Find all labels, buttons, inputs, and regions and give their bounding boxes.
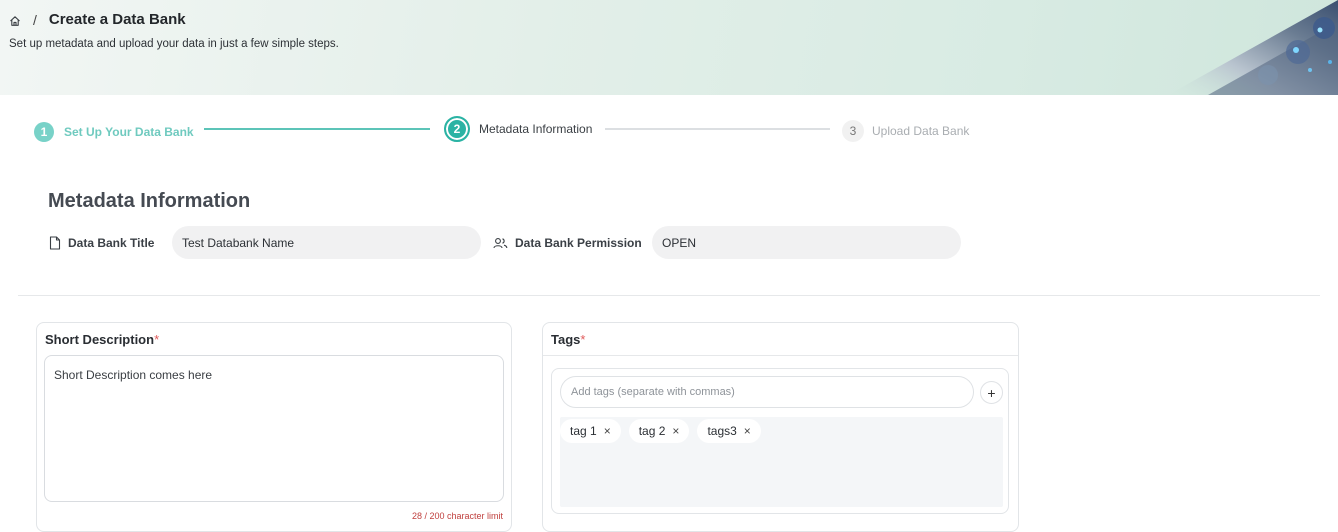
remove-tag-icon[interactable]: × xyxy=(744,424,751,438)
page-title: Create a Data Bank xyxy=(48,11,186,28)
permission-field-label: Data Bank Permission xyxy=(493,236,642,250)
section-divider xyxy=(18,295,1320,296)
home-icon[interactable] xyxy=(9,14,21,26)
title-field[interactable]: Test Databank Name xyxy=(172,226,481,259)
progress-stepper: 1 Set Up Your Data Bank 2 Metadata Infor… xyxy=(34,116,984,142)
step-label: Upload Data Bank xyxy=(872,124,970,138)
step-number: 1 xyxy=(34,122,54,142)
remove-tag-icon[interactable]: × xyxy=(672,424,679,438)
remove-tag-icon[interactable]: × xyxy=(604,424,611,438)
tag-chip-label: tag 2 xyxy=(638,424,666,438)
step-label: Set Up Your Data Bank xyxy=(64,125,194,139)
section-title: Metadata Information xyxy=(48,190,251,212)
tag-list: tag 1 × tag 2 × tags3 × xyxy=(560,417,1003,507)
permission-field-label-row: Data Bank Permission xyxy=(493,226,642,259)
document-icon xyxy=(49,235,61,250)
title-label-text: Data Bank Title xyxy=(68,235,155,250)
breadcrumb-separator: / xyxy=(33,11,37,28)
tag-input[interactable]: Add tags (separate with commas) xyxy=(560,376,974,408)
tags-header-divider xyxy=(543,355,1018,356)
title-field-label-row: Data Bank Title xyxy=(49,226,154,259)
add-tag-button[interactable]: + xyxy=(980,381,1003,404)
step-upload[interactable]: 3 Upload Data Bank xyxy=(842,118,969,144)
short-description-card: Short Description* Short Description com… xyxy=(36,322,512,532)
step-number: 3 xyxy=(842,120,864,142)
title-field-label: Data Bank Title xyxy=(49,236,154,250)
step-connector-1 xyxy=(204,128,430,130)
character-limit-counter: 28 / 200 character limit xyxy=(411,511,503,521)
page-subtitle: Set up metadata and upload your data in … xyxy=(9,38,339,50)
step-connector-2 xyxy=(605,128,830,130)
page-header: / Create a Data Bank Set up metadata and… xyxy=(0,0,1338,95)
step-label: Metadata Information xyxy=(479,122,593,136)
permission-label-text: Data Bank Permission xyxy=(515,235,642,250)
tags-container: Add tags (separate with commas) + tag 1 … xyxy=(551,368,1009,514)
tag-chip: tags3 × xyxy=(697,419,761,443)
step-set-up[interactable]: 1 Set Up Your Data Bank xyxy=(34,119,194,145)
short-description-textarea[interactable]: Short Description comes here xyxy=(44,355,504,502)
tags-label: Tags* xyxy=(551,332,586,347)
tag-chip-label: tag 1 xyxy=(570,424,597,438)
required-mark: * xyxy=(154,332,160,347)
step-metadata[interactable]: 2 Metadata Information xyxy=(444,116,592,142)
step-number: 2 xyxy=(444,116,470,142)
header-decorative-image xyxy=(1168,0,1338,95)
short-description-label: Short Description* xyxy=(45,332,160,347)
tag-chip: tag 2 × xyxy=(628,419,690,443)
breadcrumb: / Create a Data Bank xyxy=(9,11,186,28)
users-icon xyxy=(493,237,508,248)
tag-chip: tag 1 × xyxy=(560,419,621,443)
permission-field[interactable]: OPEN xyxy=(652,226,961,259)
tags-card: Tags* Add tags (separate with commas) + … xyxy=(542,322,1019,532)
required-mark: * xyxy=(580,332,586,347)
tag-chip-label: tags3 xyxy=(707,424,737,438)
